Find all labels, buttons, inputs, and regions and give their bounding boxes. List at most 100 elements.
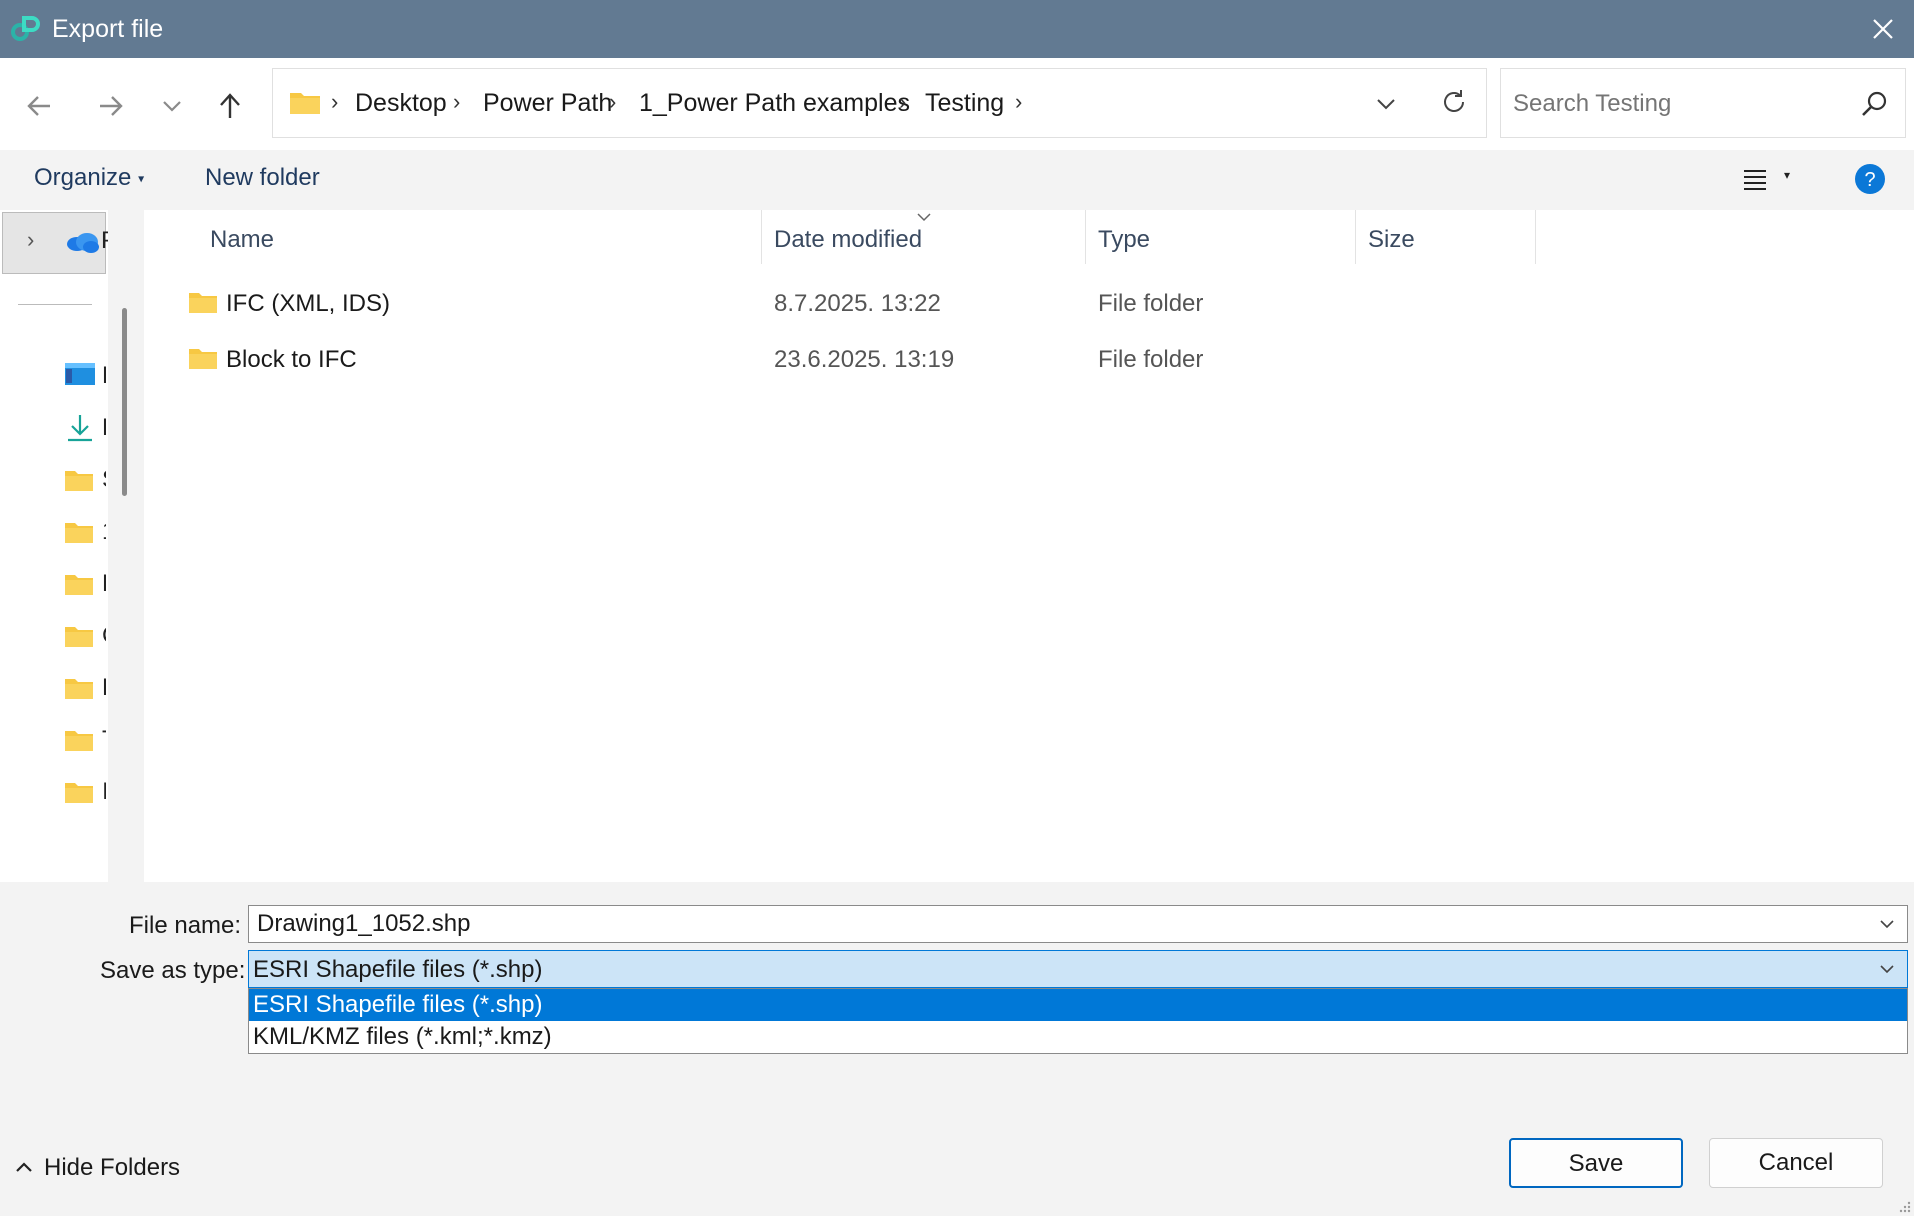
file-name: Block to IFC bbox=[226, 346, 357, 373]
sidebar-item-label: I bbox=[102, 778, 106, 805]
window-title: Export file bbox=[52, 15, 164, 43]
chevron-up-icon bbox=[16, 1162, 32, 1172]
breadcrumb-examples[interactable]: 1_Power Path examples bbox=[639, 89, 910, 118]
file-name-input[interactable] bbox=[257, 909, 1857, 939]
file-date: 23.6.2025. 13:19 bbox=[774, 346, 955, 373]
forward-arrow-icon[interactable] bbox=[90, 86, 130, 126]
resize-grip-icon[interactable] bbox=[1898, 1200, 1912, 1214]
search-icon[interactable] bbox=[1859, 89, 1889, 119]
app-logo-icon bbox=[11, 16, 40, 41]
save-as-type-value: ESRI Shapefile files (*.shp) bbox=[253, 956, 543, 983]
breadcrumb-separator-icon: › bbox=[609, 89, 617, 114]
option-kml-kmz[interactable]: KML/KMZ files (*.kml;*.kmz) bbox=[249, 1021, 1907, 1053]
breadcrumb-desktop[interactable]: Desktop bbox=[355, 89, 447, 118]
folder-icon bbox=[65, 471, 93, 491]
hide-folders-toggle[interactable]: Hide Folders bbox=[14, 1154, 180, 1182]
dropdown-caret-icon: ▾ bbox=[138, 171, 145, 186]
sidebar-item-folder[interactable]: 1 bbox=[64, 514, 106, 554]
option-esri-shapefile[interactable]: ESRI Shapefile files (*.shp) bbox=[249, 989, 1907, 1021]
save-as-type-label: Save as type: bbox=[100, 957, 246, 984]
download-icon bbox=[68, 415, 92, 442]
breadcrumb-separator-icon: › bbox=[1015, 89, 1023, 114]
cancel-button[interactable]: Cancel bbox=[1709, 1138, 1883, 1188]
folder-icon bbox=[65, 575, 93, 595]
column-header-size[interactable]: Size bbox=[1368, 226, 1415, 254]
hide-folders-label: Hide Folders bbox=[44, 1154, 181, 1181]
sidebar-item-folder[interactable]: C bbox=[64, 618, 106, 658]
save-button[interactable]: Save bbox=[1509, 1138, 1683, 1188]
sidebar-item-folder[interactable]: I bbox=[64, 774, 106, 814]
column-divider[interactable] bbox=[1085, 210, 1086, 264]
file-date: 8.7.2025. 13:22 bbox=[774, 290, 941, 317]
search-input[interactable] bbox=[1513, 87, 1843, 121]
dropdown-caret-icon: ▾ bbox=[1784, 168, 1791, 182]
sidebar-item-label: D bbox=[102, 362, 106, 390]
file-type: File folder bbox=[1098, 346, 1204, 373]
folder-icon bbox=[65, 523, 93, 543]
chevron-down-icon[interactable] bbox=[1877, 959, 1897, 979]
breadcrumb-testing[interactable]: Testing bbox=[925, 89, 1004, 118]
column-divider[interactable] bbox=[1535, 210, 1536, 264]
sidebar-item-label: P bbox=[102, 674, 106, 702]
file-name-label: File name: bbox=[129, 912, 242, 939]
address-bar[interactable]: › Desktop › Power Path › 1_Power Path ex… bbox=[272, 68, 1487, 138]
back-arrow-icon[interactable] bbox=[20, 86, 60, 126]
recent-locations-chevron-icon[interactable] bbox=[152, 86, 192, 126]
folder-icon bbox=[189, 293, 217, 313]
desktop-icon bbox=[65, 363, 95, 385]
folder-icon bbox=[65, 627, 93, 647]
column-divider[interactable] bbox=[761, 210, 762, 264]
chevron-down-icon[interactable] bbox=[1877, 914, 1897, 934]
refresh-icon[interactable] bbox=[1439, 87, 1469, 117]
sidebar-item-folder[interactable]: P bbox=[64, 566, 106, 606]
table-row[interactable]: IFC (XML, IDS) 8.7.2025. 13:22 File fold… bbox=[144, 276, 1914, 328]
folder-icon bbox=[290, 93, 320, 114]
address-history-chevron-icon[interactable] bbox=[1373, 91, 1399, 117]
sidebar-item-onedrive[interactable]: › P bbox=[2, 212, 117, 274]
sidebar-item-label: S bbox=[102, 466, 106, 494]
sidebar-item-desktop[interactable]: D bbox=[64, 358, 106, 398]
help-icon[interactable]: ? bbox=[1854, 163, 1886, 195]
sidebar-item-folder[interactable]: P bbox=[64, 670, 106, 710]
sidebar-scrollbar[interactable] bbox=[108, 210, 142, 882]
file-name: IFC (XML, IDS) bbox=[226, 290, 391, 317]
title-bar: Export file bbox=[0, 0, 1914, 58]
sidebar-item-label: D bbox=[102, 414, 106, 442]
file-name-combobox[interactable] bbox=[248, 905, 1908, 943]
column-divider[interactable] bbox=[1355, 210, 1356, 264]
save-as-type-dropdown: ESRI Shapefile files (*.shp) KML/KMZ fil… bbox=[248, 988, 1908, 1054]
sidebar-item-label: P bbox=[102, 570, 106, 598]
breadcrumb-power-path[interactable]: Power Path bbox=[483, 89, 612, 118]
close-icon[interactable] bbox=[1866, 12, 1900, 46]
folder-icon bbox=[65, 783, 93, 803]
expand-chevron-icon[interactable]: › bbox=[27, 227, 34, 253]
column-header-date-modified[interactable]: Date modified bbox=[774, 226, 922, 254]
file-list: Name Date modified Type Size IFC (XML, I… bbox=[144, 210, 1914, 882]
sidebar-item-folder[interactable]: T bbox=[64, 722, 106, 762]
sidebar-divider bbox=[18, 304, 92, 305]
new-folder-button[interactable]: New folder bbox=[205, 164, 320, 192]
sidebar-item-label: C bbox=[102, 622, 106, 650]
breadcrumb-separator-icon: › bbox=[899, 89, 907, 114]
command-toolbar: Organize ▾ New folder ▾ bbox=[0, 150, 1914, 210]
save-as-type-select[interactable]: ESRI Shapefile files (*.shp) bbox=[248, 950, 1908, 988]
sidebar-item-downloads[interactable]: D bbox=[64, 410, 106, 450]
svg-text:?: ? bbox=[1864, 169, 1875, 191]
column-header-name[interactable]: Name bbox=[210, 226, 274, 254]
file-type: File folder bbox=[1098, 290, 1204, 317]
folder-icon bbox=[189, 349, 217, 369]
column-header-type[interactable]: Type bbox=[1098, 226, 1150, 254]
sidebar-item-label: T bbox=[102, 726, 106, 754]
view-options-menu[interactable]: ▾ bbox=[1742, 164, 1808, 198]
table-row[interactable]: Block to IFC 23.6.2025. 13:19 File folde… bbox=[144, 332, 1914, 384]
breadcrumb-separator-icon: › bbox=[331, 89, 339, 114]
folder-icon bbox=[65, 679, 93, 699]
search-box[interactable] bbox=[1500, 68, 1906, 138]
folder-icon bbox=[65, 731, 93, 751]
sidebar-item-folder[interactable]: S bbox=[64, 462, 106, 502]
scrollbar-thumb[interactable] bbox=[122, 308, 127, 496]
up-arrow-icon[interactable] bbox=[210, 86, 250, 126]
sort-descending-icon bbox=[917, 213, 931, 222]
organize-menu[interactable]: Organize ▾ bbox=[34, 164, 144, 192]
sidebar-item-label: 1 bbox=[102, 518, 106, 546]
